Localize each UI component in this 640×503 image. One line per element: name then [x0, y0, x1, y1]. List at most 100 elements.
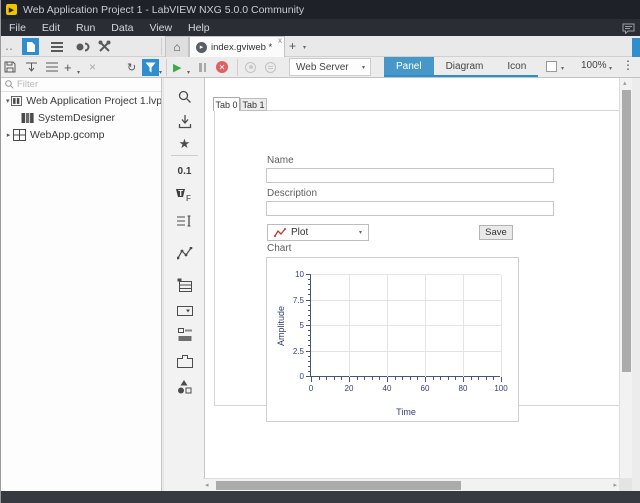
save-icon: [4, 61, 16, 73]
resources-view-button[interactable]: [74, 38, 91, 55]
tree-item-label: WebApp.gcomp: [30, 129, 105, 141]
save-all-button[interactable]: [4, 58, 16, 76]
palette-boolean-button[interactable]: TF: [164, 184, 205, 206]
expander-icon[interactable]: ▾: [4, 97, 11, 105]
divider: [161, 38, 162, 55]
palette-graph-button[interactable]: [164, 242, 205, 264]
divider: [237, 59, 238, 76]
document-icon: [26, 41, 36, 53]
remove-item-button[interactable]: ×: [89, 58, 96, 76]
tree-item-systemdesigner[interactable]: SystemDesigner: [1, 109, 161, 126]
refresh-button[interactable]: ↻: [127, 58, 136, 76]
project-tree-panel: ▾ Web Application Project 1.lvproje... S…: [1, 78, 162, 491]
panel-canvas[interactable]: Tab 0 Tab 1 Name Description Plot ▾ Save…: [205, 78, 619, 478]
web-server-dropdown[interactable]: Web Server ▾: [289, 58, 371, 76]
palette-button-controls-button[interactable]: [164, 324, 205, 346]
numeric-icon: 0.1: [178, 166, 192, 177]
boolean-tf-icon: TF: [176, 188, 193, 202]
page-tab-label: Tab 1: [242, 100, 264, 110]
page-tab-1[interactable]: Tab 1: [240, 98, 267, 111]
vertical-scrollbar[interactable]: ▴ ▾: [619, 78, 632, 485]
systemdesigner-icon: [21, 112, 34, 124]
stop-icon: ✕: [216, 61, 228, 73]
breakpoint-button[interactable]: [265, 58, 276, 76]
color-chevron-icon[interactable]: ▾: [561, 65, 564, 72]
more-options-icon[interactable]: ⋮: [622, 58, 634, 72]
scroll-up-icon[interactable]: ▴: [623, 79, 627, 87]
tab-panel[interactable]: Panel: [384, 57, 434, 75]
breakpoint-icon: [265, 62, 276, 73]
tools-view-button[interactable]: [96, 38, 113, 55]
document-tab-index-gviweb[interactable]: ▸ index.gviweb * x: [189, 36, 285, 57]
palette-numeric-button[interactable]: 0.1: [164, 160, 205, 182]
palette-favorites-button[interactable]: ★: [164, 133, 205, 155]
files-view-button[interactable]: [22, 38, 39, 55]
home-tab[interactable]: ⌂: [165, 36, 189, 57]
scroll-left-icon[interactable]: ◂: [205, 481, 209, 489]
expander-icon[interactable]: ▸: [4, 131, 13, 139]
palette-import-button[interactable]: [164, 111, 205, 133]
expand-list-button[interactable]: [46, 58, 58, 76]
filter-box: [1, 78, 161, 92]
scroll-right-icon[interactable]: ▸: [613, 481, 617, 489]
gcomp-icon: [13, 129, 26, 141]
palette-search-button[interactable]: [164, 86, 205, 108]
save-button[interactable]: Save: [479, 225, 513, 240]
menu-edit[interactable]: Edit: [34, 21, 68, 35]
description-input[interactable]: [266, 201, 554, 216]
menu-help[interactable]: Help: [180, 21, 218, 35]
tab-diagram[interactable]: Diagram: [434, 57, 496, 75]
palette-tab-control-button[interactable]: [164, 350, 205, 372]
new-tab-button[interactable]: +: [289, 39, 296, 53]
vertical-scroll-thumb[interactable]: [622, 90, 631, 372]
horizontal-scrollbar[interactable]: ◂ ▸: [203, 478, 619, 491]
tab-control-frame: Name Description Plot ▾ Save Chart Time …: [214, 110, 619, 406]
probe-button[interactable]: [245, 58, 256, 76]
plot-dropdown[interactable]: Plot ▾: [267, 224, 369, 241]
list-view-button[interactable]: [48, 38, 65, 55]
tab-control-icon: [177, 355, 193, 368]
lines-icon: [46, 62, 58, 72]
horizontal-scroll-thumb[interactable]: [216, 481, 461, 490]
filter-button[interactable]: [142, 59, 159, 76]
tree-item-webapp-gcomp[interactable]: ▸ WebApp.gcomp: [1, 126, 161, 143]
add-item-button[interactable]: +: [64, 58, 72, 76]
plot-chevron-icon: ▾: [359, 229, 362, 236]
panel-handle-icon[interactable]: ‥: [5, 37, 13, 55]
zoom-level[interactable]: 100%: [581, 60, 607, 71]
pause-button[interactable]: [199, 58, 206, 76]
name-input[interactable]: [266, 168, 554, 183]
scrollbar-corner: [619, 478, 632, 491]
tree-item-project[interactable]: ▾ Web Application Project 1.lvproje...: [1, 92, 161, 109]
menu-data[interactable]: Data: [103, 21, 141, 35]
tab-icon[interactable]: Icon: [495, 57, 538, 75]
chart-control[interactable]: Time Amplitude 02.557.510020406080100: [266, 257, 519, 422]
star-icon: ★: [179, 136, 191, 152]
color-picker[interactable]: [546, 61, 557, 72]
palette-dropdown-button[interactable]: [164, 300, 205, 322]
title-bar: ▶ Web Application Project 1 - LabVIEW NX…: [1, 0, 640, 19]
tab-close-icon[interactable]: x: [278, 37, 282, 45]
palette-data-grid-button[interactable]: [164, 274, 205, 296]
search-icon: [178, 90, 192, 104]
run-button[interactable]: ▶: [173, 58, 181, 76]
plot-glyph-icon: [274, 228, 286, 238]
menu-view[interactable]: View: [141, 21, 180, 35]
tree-item-label: Web Application Project 1.lvproje...: [26, 95, 161, 107]
divider: [171, 155, 198, 156]
new-tab-chevron-icon[interactable]: ▾: [303, 44, 306, 51]
menu-file[interactable]: File: [1, 21, 34, 35]
svg-text:T: T: [178, 189, 183, 198]
page-tab-0[interactable]: Tab 0: [213, 97, 240, 111]
menu-run[interactable]: Run: [68, 21, 103, 35]
palette-text-button[interactable]: [164, 210, 205, 232]
x-axis-title: Time: [311, 407, 501, 417]
abort-button[interactable]: ✕: [216, 58, 228, 76]
tree-item-label: SystemDesigner: [38, 112, 115, 124]
palette-shapes-button[interactable]: [164, 376, 205, 398]
zoom-chevron-icon[interactable]: ▾: [609, 65, 612, 72]
editor-view-tabs: Panel Diagram Icon: [384, 57, 538, 77]
open-item-button[interactable]: [25, 58, 38, 76]
svg-text:F: F: [186, 194, 191, 202]
filter-input[interactable]: [17, 79, 137, 90]
